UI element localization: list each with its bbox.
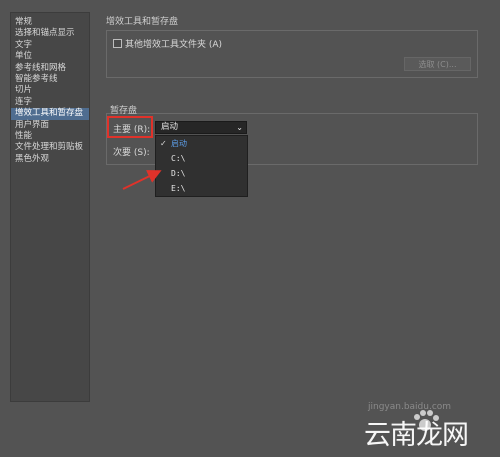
sidebar-item-plugins-scratch-disks[interactable]: 增效工具和暂存盘 <box>11 108 89 120</box>
checkmark-icon: ✓ <box>160 139 167 148</box>
sidebar-item-type[interactable]: 文字 <box>11 40 89 51</box>
sidebar-item-performance[interactable]: 性能 <box>11 131 89 142</box>
watermark-url: jingyan.baidu.com <box>368 402 452 412</box>
primary-select-value: 启动 <box>161 122 179 132</box>
scratch-disks-title: 暂存盘 <box>110 106 138 116</box>
primary-dropdown-menu: ✓ 启动 C:\ D:\ E:\ <box>155 135 248 197</box>
watermark: 云南龙网 jingyan.baidu.com <box>360 402 490 453</box>
sidebar-item-general[interactable]: 常规 <box>11 17 89 28</box>
sidebar-item-appearance-of-black[interactable]: 黑色外观 <box>11 154 89 165</box>
plugins-section-title: 增效工具和暂存盘 <box>106 17 179 27</box>
dropdown-option-c[interactable]: C:\ <box>156 151 247 166</box>
sidebar-item-file-handling-clipboard[interactable]: 文件处理和剪贴板 <box>11 142 89 153</box>
chevron-down-icon: ⌄ <box>236 123 243 132</box>
sidebar-item-slices[interactable]: 切片 <box>11 85 89 96</box>
sidebar-item-hyphenation[interactable]: 连字 <box>11 97 89 108</box>
additional-plugins-folder-checkbox[interactable] <box>113 39 122 48</box>
sidebar-item-smart-guides[interactable]: 智能参考线 <box>11 74 89 85</box>
watermark-text: 云南龙网 <box>364 420 469 451</box>
dropdown-option-label: 启动 <box>171 139 187 148</box>
preferences-sidebar: 常规 选择和锚点显示 文字 单位 参考线和网格 智能参考线 切片 连字 增效工具… <box>10 12 90 402</box>
additional-plugins-folder-label[interactable]: 其他增效工具文件夹 (A) <box>125 37 222 50</box>
primary-scratch-select[interactable]: 启动 ⌄ <box>155 121 247 134</box>
sidebar-item-user-interface[interactable]: 用户界面 <box>11 120 89 131</box>
secondary-label: 次要 (S): <box>113 148 150 158</box>
dropdown-option-d[interactable]: D:\ <box>156 166 247 181</box>
primary-highlight-box <box>107 116 153 138</box>
dropdown-option-e[interactable]: E:\ <box>156 181 247 196</box>
sidebar-item-units[interactable]: 单位 <box>11 51 89 62</box>
sidebar-item-selection-anchor-display[interactable]: 选择和锚点显示 <box>11 28 89 39</box>
dropdown-option-startup[interactable]: ✓ 启动 <box>156 136 247 151</box>
choose-button[interactable]: 选取 (C)... <box>404 57 471 71</box>
sidebar-item-guides-grid[interactable]: 参考线和网格 <box>11 63 89 74</box>
